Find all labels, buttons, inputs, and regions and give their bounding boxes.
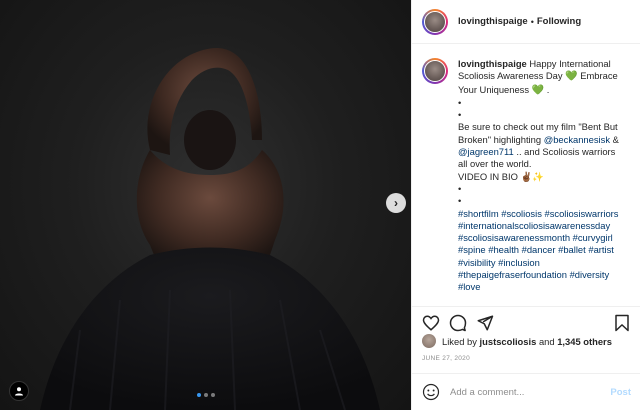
post-comment-button[interactable]: Post <box>610 387 631 398</box>
mention-link[interactable]: @jagreen711 <box>458 146 514 157</box>
hashtag-link[interactable]: #love <box>458 281 480 292</box>
hashtag-link[interactable]: #curvygirl <box>573 232 613 243</box>
amp-text: & <box>612 133 619 145</box>
hashtag-link[interactable]: #internationalscoliosisawarenessday <box>458 220 610 231</box>
caption-avatar[interactable] <box>422 58 448 84</box>
emoji-icons: ✌🏾✨ <box>520 170 544 182</box>
hashtag-link[interactable]: #ballet <box>558 244 586 255</box>
caption-bullet: • <box>458 109 462 121</box>
emoji-icon[interactable] <box>422 383 440 401</box>
green-heart-icon: 💚 <box>565 71 578 83</box>
carousel-dots <box>0 393 411 397</box>
carousel-dot <box>196 393 201 397</box>
post-media[interactable]: › <box>0 0 411 410</box>
caption-bullet: • <box>458 182 462 194</box>
liked-and: and <box>538 335 555 347</box>
heart-outline-icon[interactable] <box>422 314 440 332</box>
hashtag-link[interactable]: #scoliosisawarenessmonth <box>458 232 570 243</box>
hashtag-link[interactable]: #health <box>488 244 519 255</box>
caption-text-3: . <box>546 83 550 95</box>
liked-prefix: Liked by <box>442 335 477 347</box>
share-icon[interactable] <box>476 314 494 332</box>
caption-bullet: • <box>458 96 462 108</box>
green-heart-icon: 💚 <box>531 84 545 96</box>
add-comment-bar: Add a comment... Post <box>412 373 640 410</box>
likes-summary: Liked by justscoliosis and 1,345 others <box>422 334 612 348</box>
mention-link[interactable]: @beckannesisk <box>544 134 610 145</box>
comments-area: lovingthispaige Happy International Scol… <box>412 44 640 307</box>
hashtag-link[interactable]: #inclusion <box>498 257 540 268</box>
post-panel: lovingthispaige • Following lovingthispa… <box>411 0 640 410</box>
likes-count[interactable]: 1,345 others <box>557 336 612 347</box>
caption-bullet: • <box>458 195 462 207</box>
post-header: lovingthispaige • Following <box>412 0 640 44</box>
bookmark-icon[interactable] <box>613 314 631 332</box>
caption: lovingthispaige Happy International Scol… <box>458 58 626 307</box>
hashtag-link[interactable]: #scoliosiswarriors <box>545 208 619 219</box>
user-tag-button[interactable] <box>9 381 29 401</box>
hashtag-link[interactable]: #scoliosis <box>501 208 542 219</box>
liker-avatar[interactable] <box>422 334 436 348</box>
following-button[interactable]: Following <box>537 16 581 27</box>
post-username[interactable]: lovingthispaige <box>458 16 528 27</box>
carousel-dot <box>203 393 208 397</box>
chevron-right-icon: › <box>394 196 398 210</box>
hashtag-link[interactable]: #diversity <box>570 269 610 280</box>
avatar[interactable] <box>422 8 448 35</box>
hashtag-link[interactable]: #artist <box>588 244 614 255</box>
action-bar <box>412 306 640 334</box>
hashtag-link[interactable]: #thepaigefraserfoundation <box>458 269 567 280</box>
caption-username[interactable]: lovingthispaige <box>458 58 527 69</box>
video-text: VIDEO IN BIO <box>458 170 518 182</box>
hashtag-link[interactable]: #dancer <box>522 244 556 255</box>
liked-user[interactable]: justscoliosis <box>480 336 537 347</box>
carousel-dot <box>210 393 215 397</box>
post-date[interactable]: JUNE 27, 2020 <box>422 355 470 362</box>
hashtag-link[interactable]: #spine <box>458 244 486 255</box>
hashtag-list: #shortfilm #scoliosis #scoliosiswarriors… <box>458 208 626 294</box>
separator-dot: • <box>530 16 534 27</box>
comment-icon[interactable] <box>449 314 467 332</box>
next-photo-button[interactable]: › <box>386 193 406 213</box>
hashtag-link[interactable]: #visibility <box>458 257 496 268</box>
post-photo <box>40 48 380 410</box>
hashtag-link[interactable]: #shortfilm <box>458 208 499 219</box>
comment-input[interactable]: Add a comment... <box>450 387 610 398</box>
